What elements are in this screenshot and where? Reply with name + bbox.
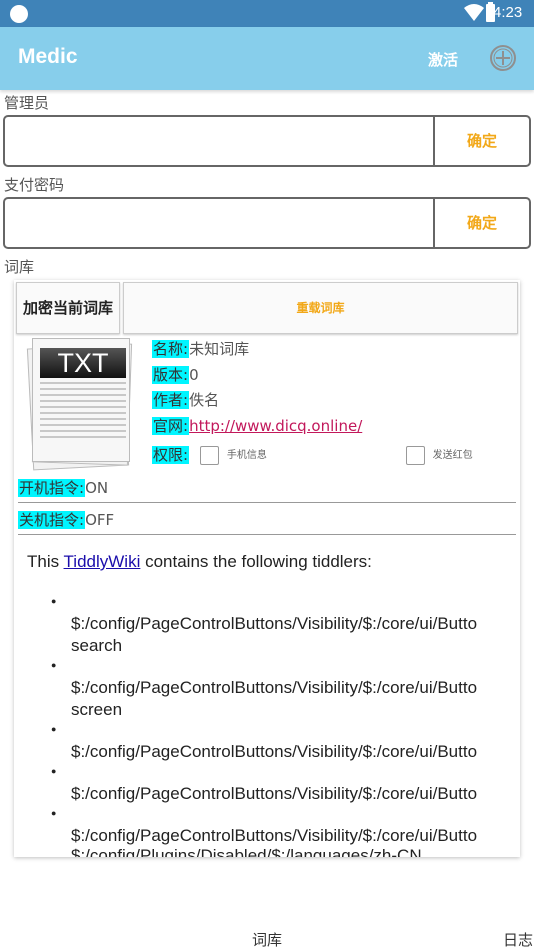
activate-button[interactable]: 激活: [428, 49, 458, 70]
phone-info-label: 手机信息: [226, 449, 267, 461]
status-bar: 4:23: [0, 0, 534, 27]
pay-password-input-row: 确定: [3, 197, 531, 249]
tab-log[interactable]: 日志: [503, 929, 533, 949]
boot-command-row: 开机指令:ON: [18, 475, 516, 503]
lexicon-label: 词库: [4, 258, 35, 276]
shutdown-command-label: 关机指令:: [18, 511, 86, 529]
version-value: 0: [189, 366, 199, 384]
tab-lexicon[interactable]: 词库: [252, 929, 282, 949]
lexicon-card: 加密当前词库 重载词库 TXT 名称:未知词库 版本:0 作者:佚名 官网:ht…: [14, 280, 520, 857]
author-label: 作者:: [152, 391, 190, 409]
info-version-row: 版本:0: [152, 364, 199, 388]
admin-input[interactable]: [5, 117, 433, 165]
admin-label: 管理员: [4, 94, 50, 112]
info-permission-row: 权限: 手机信息 发送红包: [152, 444, 520, 468]
version-label: 版本:: [152, 366, 190, 384]
boot-command-value[interactable]: ON: [85, 479, 108, 497]
shutdown-command-value[interactable]: OFF: [85, 511, 114, 529]
reload-lexicon-button[interactable]: 重载词库: [123, 282, 518, 334]
name-label: 名称:: [152, 340, 190, 358]
txt-label: TXT: [40, 348, 126, 378]
tiddlywiki-link[interactable]: TiddlyWiki: [64, 552, 141, 571]
encrypt-lexicon-button[interactable]: 加密当前词库: [16, 282, 120, 334]
permission-label: 权限:: [152, 446, 190, 464]
admin-confirm-button[interactable]: 确定: [435, 117, 529, 165]
wifi-icon: [464, 4, 484, 21]
send-red-packet-label: 发送红包: [432, 449, 473, 461]
shutdown-command-row: 关机指令:OFF: [18, 507, 516, 535]
add-circle-icon[interactable]: [489, 44, 517, 72]
phone-info-checkbox[interactable]: [199, 446, 219, 465]
status-time: 4:23: [493, 4, 523, 21]
send-red-packet-checkbox[interactable]: [405, 446, 425, 465]
boot-command-label: 开机指令:: [18, 479, 86, 497]
website-link[interactable]: http://www.dicq.online/: [189, 417, 362, 435]
website-label: 官网:: [152, 417, 190, 435]
info-website-row: 官网:http://www.dicq.online/: [152, 415, 362, 439]
app-title: Medic: [18, 45, 78, 68]
notification-dot-icon: [10, 5, 28, 23]
pay-password-input[interactable]: [5, 199, 433, 247]
wiki-intro: This TiddlyWiki contains the following t…: [27, 552, 372, 571]
info-author-row: 作者:佚名: [152, 389, 219, 413]
info-name-row: 名称:未知词库: [152, 338, 249, 362]
txt-file-icon: TXT: [26, 336, 134, 471]
admin-input-row: 确定: [3, 115, 531, 167]
author-value: 佚名: [189, 391, 220, 409]
app-bar: Medic 激活: [0, 27, 534, 90]
pay-password-confirm-button[interactable]: 确定: [435, 199, 529, 247]
pay-password-label: 支付密码: [4, 176, 65, 194]
name-value: 未知词库: [189, 340, 250, 358]
